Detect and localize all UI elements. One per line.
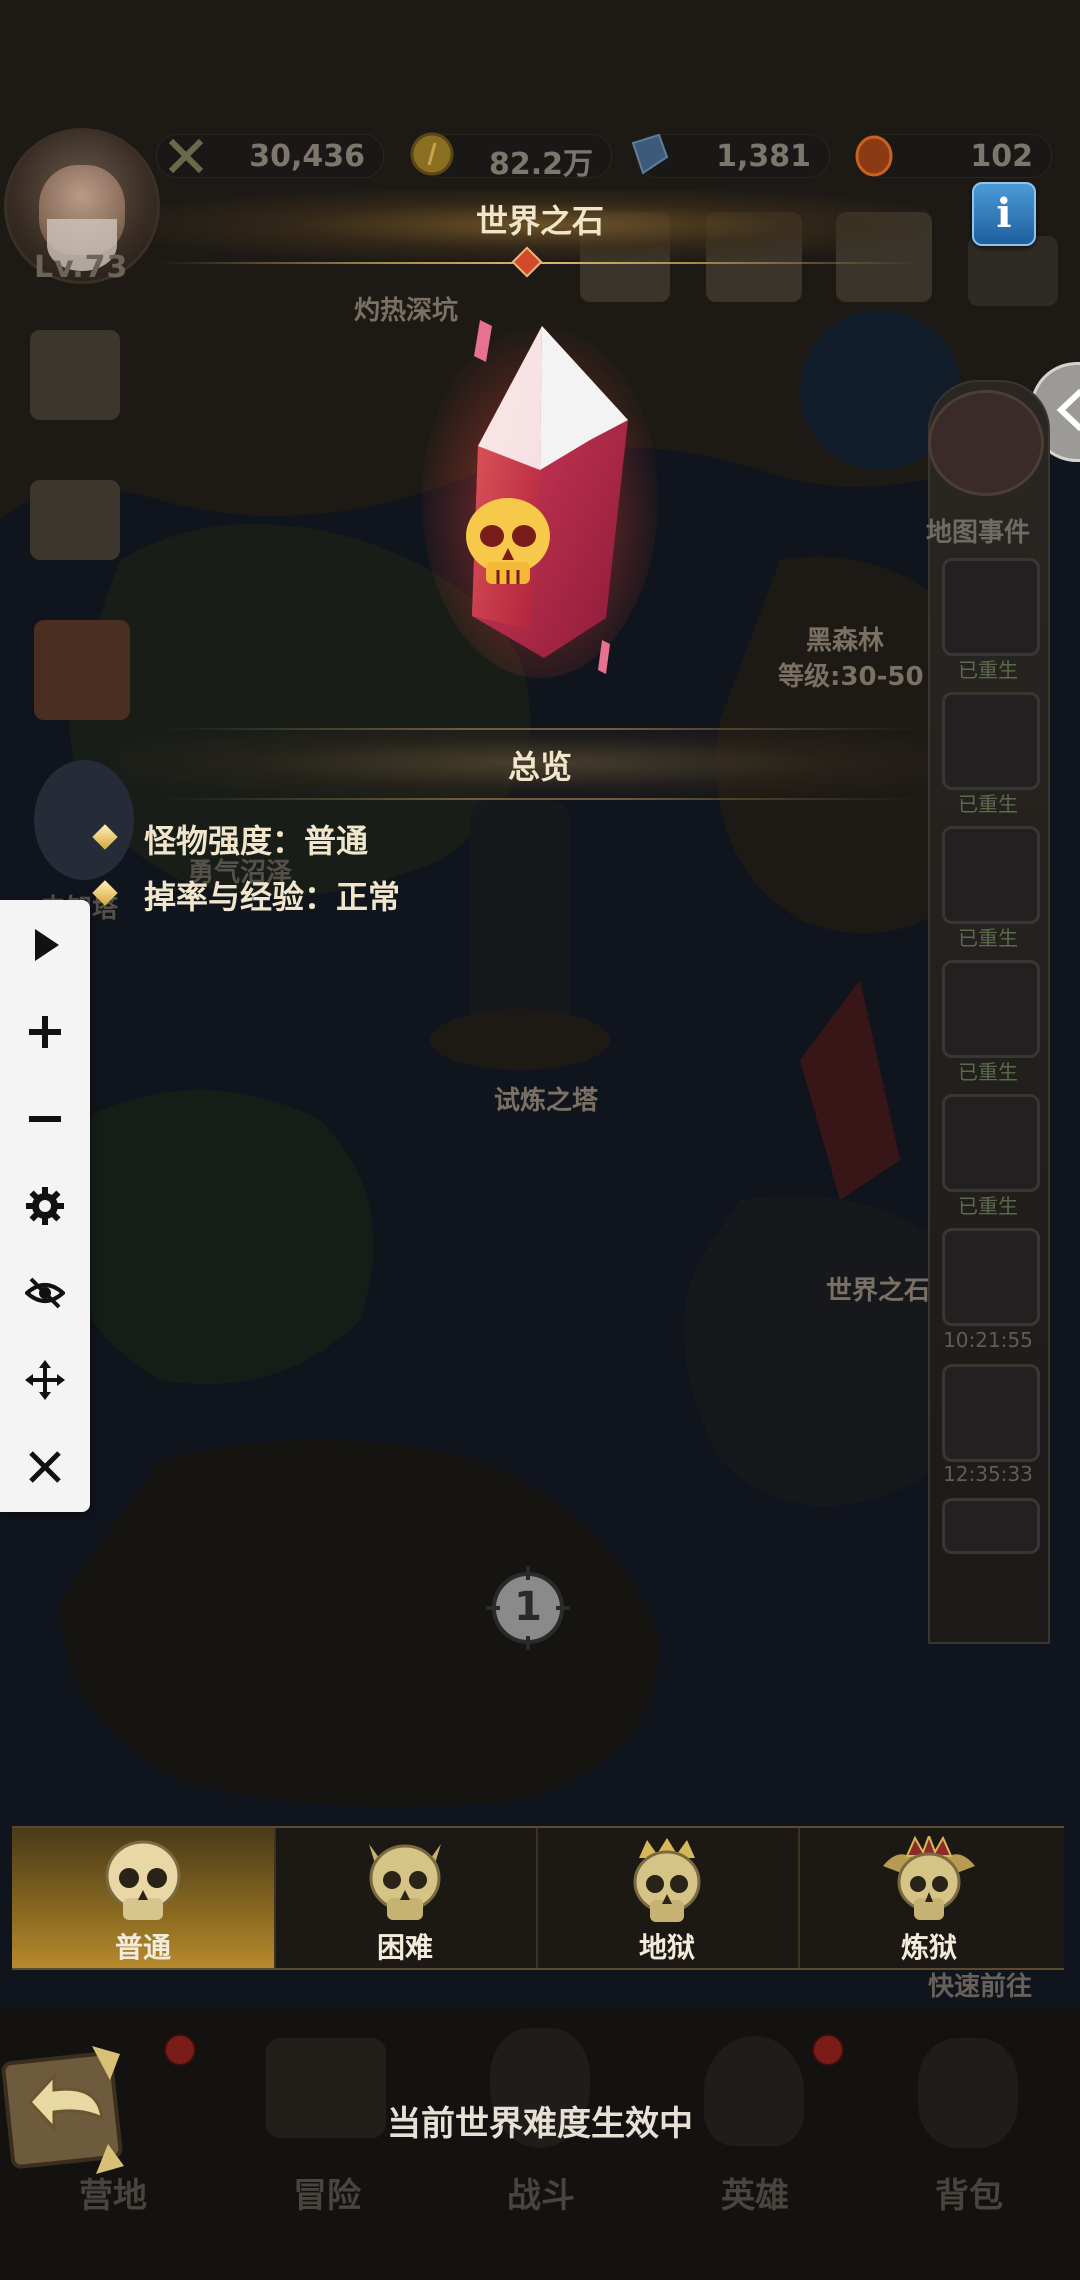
tab-purgatory[interactable]: 炼狱 bbox=[798, 1828, 1060, 1968]
nav-bag-label: 背包 bbox=[935, 2176, 1003, 2216]
resource-diamond[interactable]: 1,381 bbox=[631, 133, 830, 178]
nav-battle-label: 战斗 bbox=[507, 2176, 575, 2216]
nav-adventure-label: 冒险 bbox=[293, 2176, 361, 2216]
orange-gem-icon bbox=[855, 135, 893, 177]
event-timer-7: 12:35:33 bbox=[943, 1462, 1033, 1486]
event-caption-2: 已重生 bbox=[958, 792, 1018, 816]
map-label-black-forest-level: 等级:30-50 bbox=[778, 662, 924, 692]
resource-gold-value: 82.2万 bbox=[488, 147, 593, 182]
settings-button[interactable] bbox=[10, 1171, 80, 1241]
tab-normal[interactable]: 普通 bbox=[12, 1828, 276, 1968]
resource-power-value: 30,436 bbox=[249, 139, 365, 174]
map-event-emblem[interactable] bbox=[928, 390, 1044, 496]
event-slot-1[interactable] bbox=[942, 558, 1040, 656]
floating-toolbar bbox=[0, 900, 90, 1512]
gear-icon bbox=[26, 1187, 64, 1225]
tab-purgatory-label: 炼狱 bbox=[900, 1931, 957, 1964]
minus-icon bbox=[29, 1116, 61, 1122]
quick-travel-label[interactable]: 快速前往 bbox=[928, 1966, 1032, 2003]
letter-icon[interactable] bbox=[30, 480, 120, 560]
stat-monster-strength-text: 怪物强度：普通 bbox=[144, 822, 369, 860]
winged-skull-icon bbox=[883, 1836, 975, 1920]
crowned-skull-icon bbox=[633, 1838, 701, 1922]
move-icon bbox=[25, 1360, 65, 1400]
event-slot-8[interactable] bbox=[942, 1498, 1040, 1554]
resource-gold[interactable]: 82.2万 bbox=[410, 132, 612, 182]
map-label-trial-tower[interactable]: 试炼之塔 bbox=[494, 1080, 598, 1117]
tab-hard-label: 困难 bbox=[376, 1931, 433, 1964]
map-label-world-stone[interactable]: 世界之石 bbox=[826, 1270, 930, 1307]
wrench-icon[interactable] bbox=[968, 236, 1058, 306]
event-caption-4: 已重生 bbox=[958, 1060, 1018, 1084]
tab-hell-label: 地狱 bbox=[638, 1931, 695, 1964]
map-marker-number: 1 bbox=[514, 1584, 542, 1630]
tab-hard[interactable]: 困难 bbox=[274, 1828, 538, 1968]
event-caption-5: 已重生 bbox=[958, 1194, 1018, 1218]
play-button[interactable] bbox=[10, 910, 80, 980]
skull-icon bbox=[105, 1840, 181, 1920]
nav-hero-label: 英雄 bbox=[721, 2176, 789, 2216]
overview-divider-bottom bbox=[160, 798, 920, 800]
diamond-icon bbox=[631, 133, 669, 175]
overview-title: 总览 bbox=[507, 748, 572, 786]
event-slot-5[interactable] bbox=[942, 1094, 1040, 1192]
resource-gem[interactable]: 102 bbox=[855, 134, 1052, 178]
world-stone-crystal bbox=[420, 300, 660, 680]
event-slot-4[interactable] bbox=[942, 960, 1040, 1058]
crystal-skull-icon bbox=[422, 320, 658, 678]
resource-power[interactable]: 30,436 bbox=[156, 134, 384, 178]
event-timer-6: 10:21:55 bbox=[943, 1328, 1033, 1352]
dialog-title: 世界之石 bbox=[475, 202, 604, 240]
close-icon bbox=[29, 1451, 61, 1483]
chevron-left-icon bbox=[1056, 388, 1080, 432]
eye-off-icon bbox=[25, 1277, 65, 1309]
move-button[interactable] bbox=[10, 1345, 80, 1415]
map-marker[interactable]: 1 bbox=[486, 1566, 570, 1650]
close-button[interactable] bbox=[10, 1432, 80, 1502]
tab-normal-label: 普通 bbox=[114, 1931, 171, 1964]
tab-hell[interactable]: 地狱 bbox=[536, 1828, 800, 1968]
event-slot-6[interactable] bbox=[942, 1228, 1040, 1326]
nav-hero-badge bbox=[812, 2034, 844, 2066]
hide-button[interactable] bbox=[10, 1258, 80, 1328]
map-label-black-forest[interactable]: 黑森林 bbox=[806, 620, 884, 657]
crossed-swords-icon bbox=[168, 138, 204, 174]
player-level: Lv.73 bbox=[34, 250, 129, 285]
difficulty-tab-bar: 普通 困难 地狱 炼狱 bbox=[12, 1826, 1064, 1970]
gift-box-icon[interactable] bbox=[34, 620, 130, 720]
overview-divider-top bbox=[160, 728, 920, 730]
resource-gem-value: 102 bbox=[970, 139, 1033, 174]
event-caption-3: 已重生 bbox=[958, 926, 1018, 950]
map-events-title: 地图事件 bbox=[926, 518, 1031, 548]
zoom-in-button[interactable] bbox=[10, 997, 80, 1067]
event-slot-3[interactable] bbox=[942, 826, 1040, 924]
zoom-out-button[interactable] bbox=[10, 1084, 80, 1154]
event-slot-2[interactable] bbox=[942, 692, 1040, 790]
play-icon bbox=[35, 929, 59, 961]
scroll-icon[interactable] bbox=[30, 330, 120, 420]
event-slot-7[interactable] bbox=[942, 1364, 1040, 1462]
nav-camp-badge bbox=[164, 2034, 196, 2066]
stat-drop-rate-exp-text: 掉率与经验：正常 bbox=[144, 878, 401, 916]
difficulty-effect-toast: 当前世界难度生效中 bbox=[387, 2104, 693, 2144]
event-caption-1: 已重生 bbox=[958, 658, 1018, 682]
horned-skull-icon bbox=[369, 1844, 441, 1920]
resource-diamond-value: 1,381 bbox=[716, 139, 811, 174]
gold-coin-icon bbox=[410, 132, 454, 176]
plus-icon bbox=[29, 1016, 61, 1048]
